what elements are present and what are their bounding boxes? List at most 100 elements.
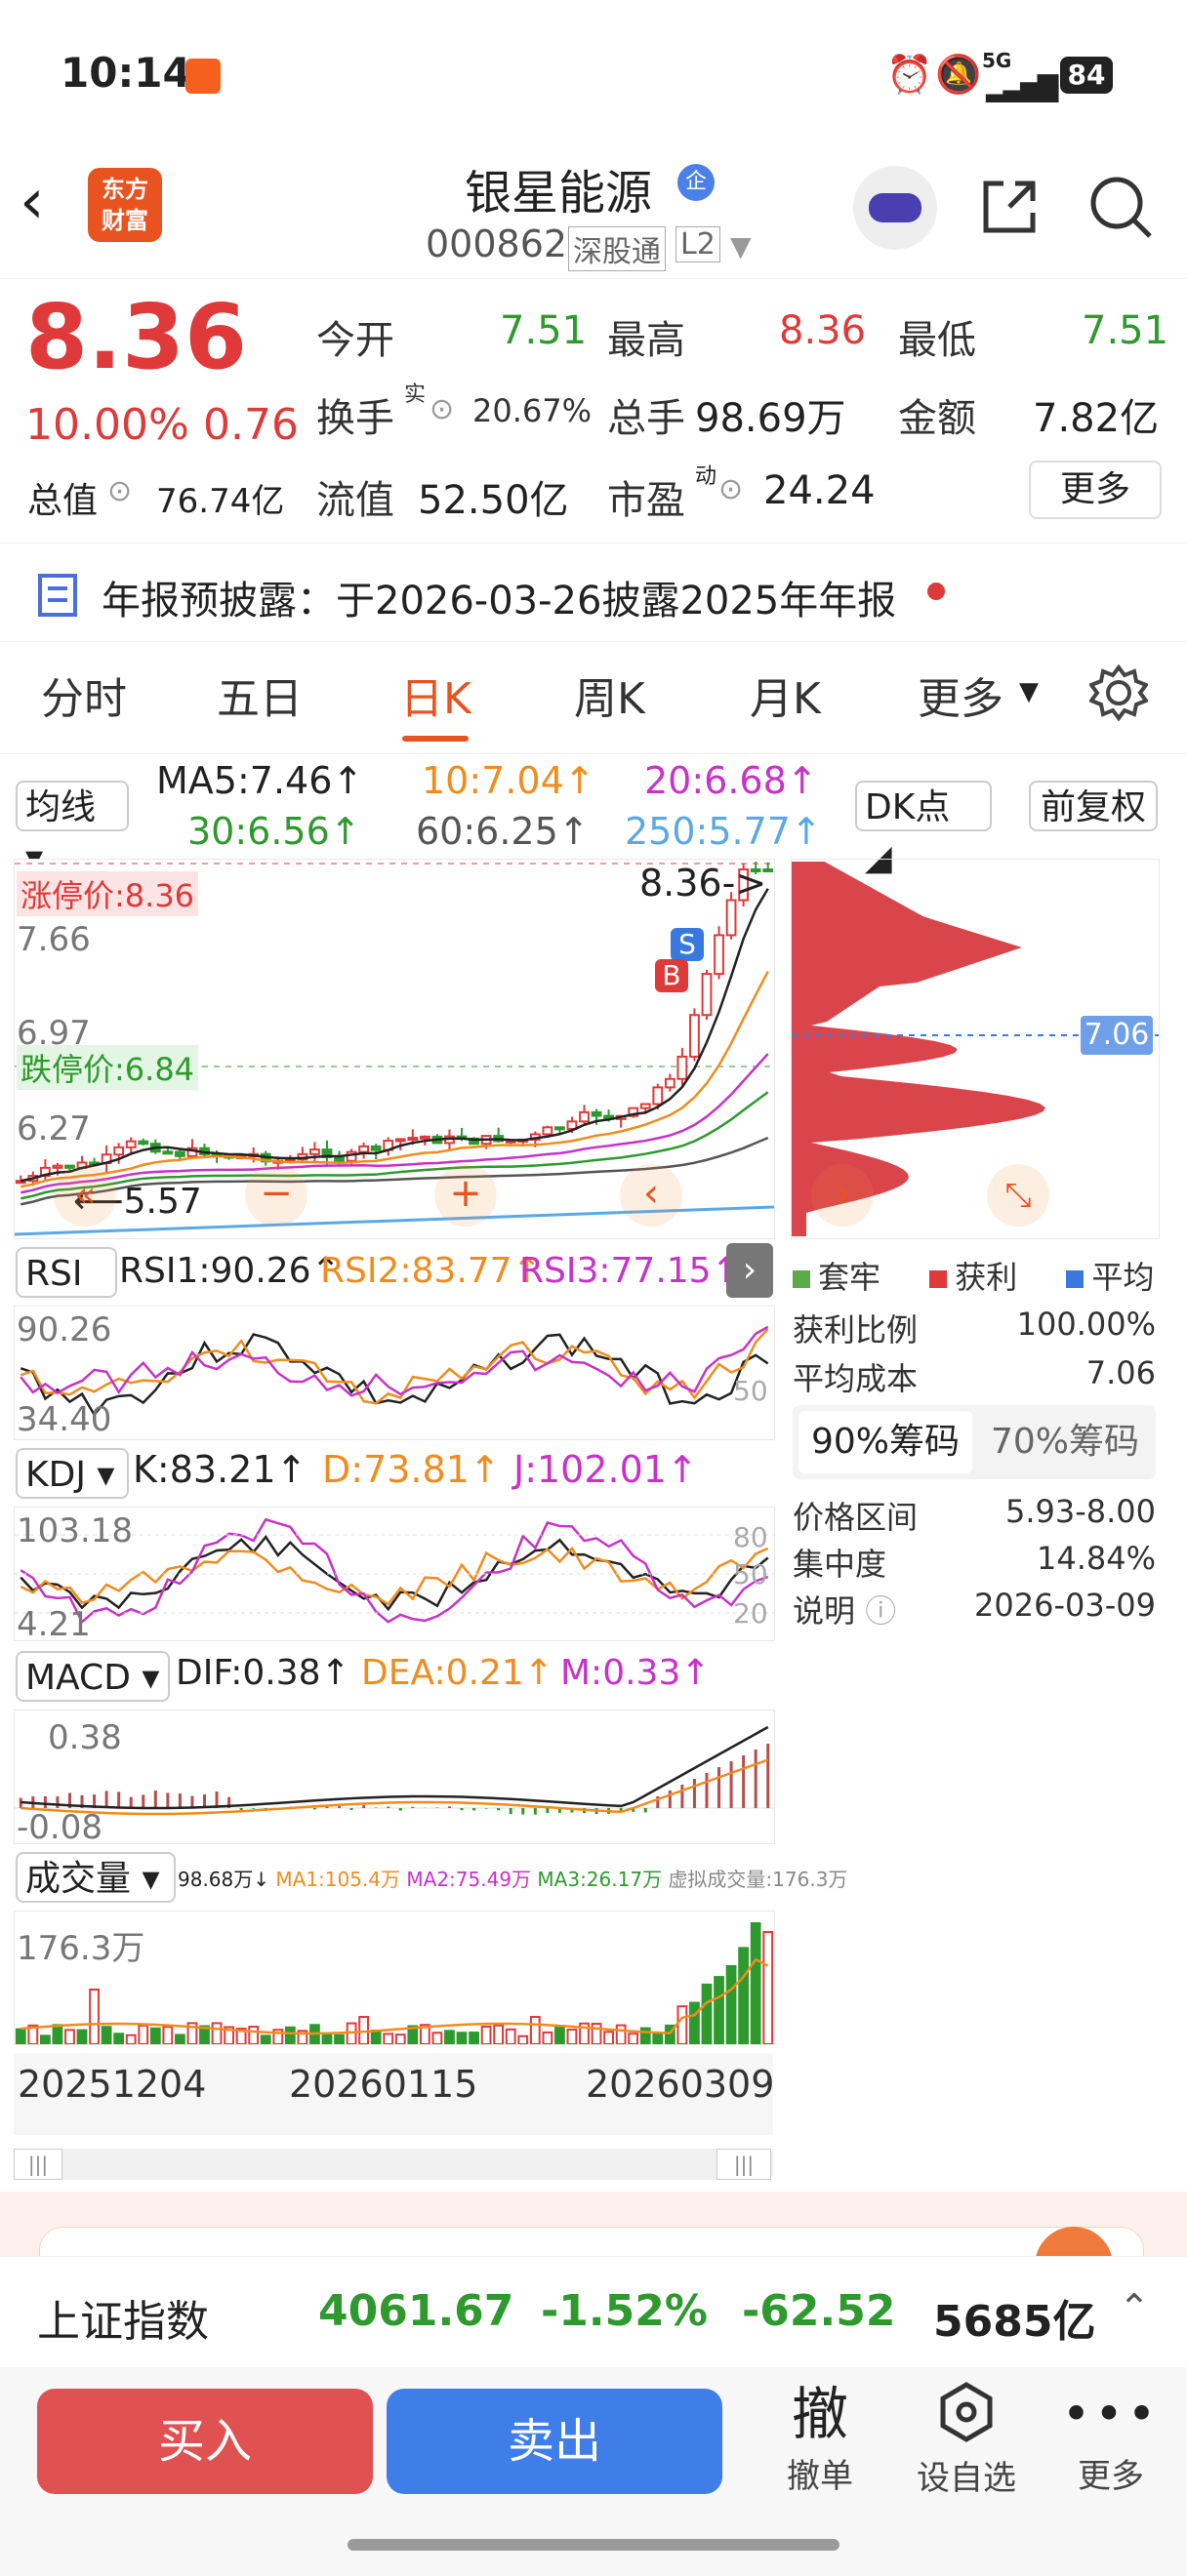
candle	[725, 899, 737, 937]
volume-bar	[89, 1989, 100, 2045]
rsi-select[interactable]: RSI ▾	[16, 1247, 117, 1345]
dropdown-icon[interactable]: ▼	[730, 230, 752, 262]
kdj-select[interactable]: KDJ ▾	[16, 1448, 129, 1499]
rewind-icon[interactable]: «	[54, 1164, 116, 1227]
info-icon[interactable]: ⊙	[107, 474, 132, 508]
dea-value: DEA:0.21↑	[361, 1653, 553, 1693]
candle	[579, 1110, 590, 1123]
chip-distribution[interactable]: 7.06 › ⤡	[791, 859, 1160, 1239]
tab-daily-k[interactable]: 日K	[400, 664, 471, 726]
info-icon[interactable]: ⊙	[718, 472, 743, 506]
expand-up-icon[interactable]: ⌃	[1119, 2286, 1150, 2329]
chip-legend: 套牢 获利 平均	[793, 1253, 1154, 1298]
volume-bar	[505, 2028, 516, 2046]
zoom-in-icon[interactable]: +	[434, 1164, 497, 1227]
dif-line	[20, 1725, 769, 1810]
tab-monthly-k[interactable]: 月K	[750, 664, 821, 726]
volume-bar	[554, 2027, 565, 2045]
sell-button[interactable]: 卖出	[387, 2389, 722, 2494]
date-axis: 20251204 20260115 20260309	[14, 2053, 774, 2135]
eastmoney-logo: 东方 财富	[88, 168, 162, 242]
volume-bar	[603, 2031, 614, 2045]
more-actions-button[interactable]: ••• 更多	[1043, 2379, 1179, 2497]
tab-chip-90[interactable]: 90%筹码	[798, 1411, 972, 1473]
avg-cost-row: 平均成本 7.06	[793, 1354, 1156, 1397]
volume-select[interactable]: 成交量 ▾	[16, 1852, 176, 1903]
dk-point-select[interactable]: DK点 ◢	[855, 781, 992, 878]
y-label: 50	[733, 1375, 768, 1407]
volume-bar	[591, 2023, 602, 2045]
turnover-value: 20.67%	[472, 392, 593, 429]
pe-label: 市盈	[607, 478, 685, 523]
volume-value: 98.69万	[695, 396, 846, 441]
range-scrollbar[interactable]: ||| |||	[14, 2149, 773, 2180]
tab-chip-70[interactable]: 70%筹码	[978, 1411, 1152, 1473]
candle	[407, 1137, 419, 1142]
back-icon[interactable]: ‹	[20, 166, 45, 238]
collapse-icon[interactable]: ›	[811, 1164, 874, 1227]
volume-bar	[689, 2001, 700, 2046]
candle	[125, 1140, 137, 1148]
ma5-value: MA5:7.46↑	[156, 759, 364, 802]
dea-line	[20, 1758, 769, 1816]
more-quote-button[interactable]: 更多	[1029, 461, 1162, 519]
volume-bar	[113, 2033, 125, 2045]
tab-more[interactable]: 更多	[918, 664, 1003, 726]
cancel-order-button[interactable]: 撤 撤单	[752, 2379, 888, 2497]
volume-bar	[456, 2032, 468, 2045]
indicator-line	[20, 1534, 769, 1612]
add-favorite-button[interactable]: 设自选	[898, 2379, 1035, 2499]
ai-assistant-avatar[interactable]	[853, 166, 937, 250]
zoom-out-icon[interactable]: −	[245, 1164, 307, 1227]
volume-values: 98.68万↓ MA1:105.4万 MA2:75.49万 MA3:26.17万…	[178, 1864, 847, 1892]
index-bar[interactable]: 上证指数 4061.67 -1.52% -62.52 5685亿 ⌃	[0, 2256, 1187, 2368]
y-label: 90.26	[17, 1310, 112, 1349]
kline-panel[interactable]: 涨停价:8.36 跌停价:6.84 7.66 6.97 6.27 ⟵5.57 8…	[14, 859, 775, 1239]
open-value: 7.51	[500, 308, 588, 353]
network-label: 5G	[982, 49, 1012, 72]
y-label: 4.21	[17, 1605, 91, 1644]
volume-bar	[738, 1947, 750, 2045]
indicator-line	[20, 1328, 769, 1405]
candle	[358, 1145, 370, 1153]
info-icon[interactable]: ⊙	[430, 392, 454, 426]
alarm-icon: ⏰	[886, 53, 933, 96]
ma60-value: 60:6.25↑	[416, 810, 590, 853]
settings-icon[interactable]	[1089, 664, 1148, 722]
kdj-panel: 103.18 4.21 80 50 20	[14, 1507, 775, 1644]
notice-bar[interactable]: 年报预披露：于2026-03-26披露2025年年报	[0, 543, 1187, 642]
candle	[370, 1145, 382, 1151]
volume-bar	[517, 2034, 529, 2046]
buy-signal[interactable]: B	[655, 959, 688, 992]
volume-bar	[383, 2033, 394, 2046]
share-icon[interactable]	[976, 174, 1043, 240]
ma-select[interactable]: 均线 ▾	[16, 781, 129, 878]
quote-panel: 8.36 10.00% 0.76 今开 7.51 最高 8.36 最低 7.51…	[0, 279, 1187, 543]
range-handle-left[interactable]: |||	[14, 2149, 62, 2180]
expand-icon[interactable]: ⤡	[987, 1164, 1049, 1227]
volume-bar	[138, 2024, 149, 2046]
tab-intraday[interactable]: 分时	[41, 664, 127, 726]
pe-value: 24.24	[763, 468, 876, 513]
buy-button[interactable]: 买入	[37, 2389, 373, 2494]
volume-bar	[480, 2025, 492, 2046]
search-icon[interactable]	[1085, 172, 1156, 242]
candle	[309, 1148, 320, 1155]
expand-indicators-icon[interactable]: ›	[726, 1243, 773, 1298]
range-handle-right[interactable]: |||	[716, 2149, 771, 2180]
adjust-select[interactable]: 前复权	[1029, 781, 1158, 831]
ma20-value: 20:6.68↑	[644, 759, 818, 802]
macd-chart	[15, 1725, 774, 1816]
vol-ma3: MA3:26.17万	[537, 1868, 663, 1891]
tab-five-day[interactable]: 五日	[217, 664, 303, 726]
sell-signal[interactable]: S	[671, 928, 704, 961]
volume-bar	[334, 2033, 345, 2046]
volume-bar	[762, 1931, 774, 2046]
y-label: 6.97	[17, 1014, 91, 1053]
step-left-icon[interactable]: ‹	[620, 1164, 682, 1227]
volume-bar	[652, 2032, 664, 2046]
macd-select[interactable]: MACD ▾	[16, 1651, 170, 1702]
dif-value: DIF:0.38↑	[176, 1653, 350, 1693]
tab-weekly-k[interactable]: 周K	[574, 664, 645, 726]
volume-panel: 176.3万	[14, 1911, 775, 2046]
